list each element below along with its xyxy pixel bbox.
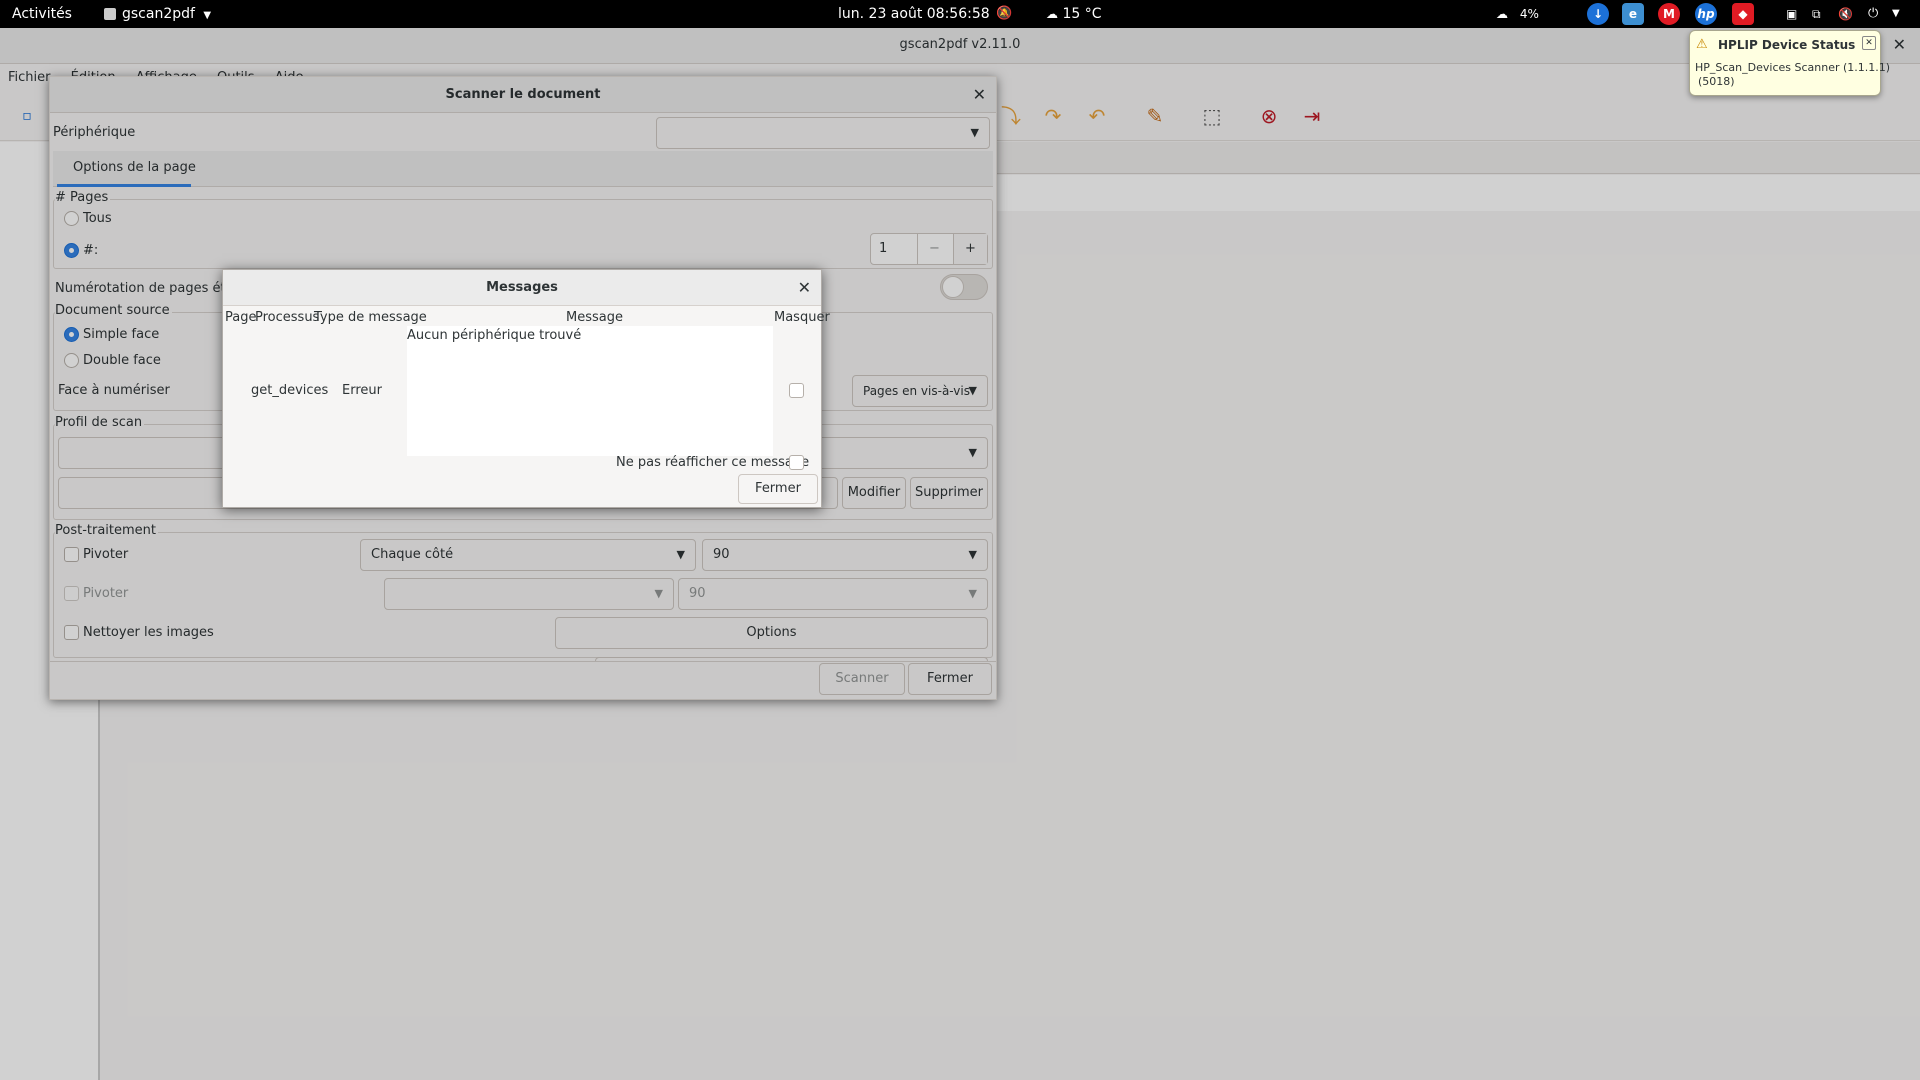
warning-icon: ⚠ xyxy=(1696,37,1708,52)
download-icon[interactable]: ↓ xyxy=(1587,3,1609,25)
column-page[interactable]: Page xyxy=(225,310,256,325)
app-menu-label: gscan2pdf xyxy=(122,6,195,22)
messages-dialog-titlebar: Messages ✕ xyxy=(223,270,821,306)
close-button[interactable]: Fermer xyxy=(738,474,818,504)
row-hide-checkbox[interactable] xyxy=(789,383,804,398)
dont-show-label: Ne pas réafficher ce message xyxy=(616,455,810,470)
clock[interactable]: lun. 23 août 08:56:58 xyxy=(838,0,990,28)
cloud-icon: ☁ xyxy=(1496,7,1508,21)
messages-dialog: Messages ✕ Page Processus Type de messag… xyxy=(222,269,830,508)
message-text-area[interactable]: Aucun périphérique trouvé xyxy=(407,326,773,456)
volume-muted-icon[interactable]: 🔇 xyxy=(1838,0,1853,28)
edge-icon[interactable]: e xyxy=(1622,3,1644,25)
power-icon[interactable]: ⏻ xyxy=(1868,0,1878,28)
notification-body-line1: HP_Scan_Devices Scanner (1.1.1.1) xyxy=(1695,61,1891,74)
notification-title: HPLIP Device Status xyxy=(1718,38,1856,52)
column-process[interactable]: Processus xyxy=(255,310,319,325)
close-icon[interactable]: ✕ xyxy=(1862,36,1876,50)
weather-icon: ☁ xyxy=(1046,7,1058,21)
column-message-type[interactable]: Type de message xyxy=(314,310,427,325)
app-menu[interactable]: gscan2pdf ▼ xyxy=(104,0,211,28)
display-icon[interactable]: ▣ xyxy=(1786,0,1797,28)
notification-body-line2: (5018) xyxy=(1698,75,1735,88)
dont-show-checkbox[interactable] xyxy=(789,455,804,470)
column-hide[interactable]: Masquer xyxy=(774,310,830,325)
cpu-indicator[interactable]: ☁ 4% xyxy=(1496,0,1539,28)
chevron-down-icon: ▼ xyxy=(203,10,212,21)
app-icon xyxy=(104,8,116,20)
cpu-value: 4% xyxy=(1519,7,1539,21)
activities-button[interactable]: Activités xyxy=(12,0,72,28)
weather-indicator[interactable]: ☁ 15 °C xyxy=(1046,0,1102,28)
mail-icon[interactable]: M xyxy=(1658,3,1680,25)
notifications-muted-icon[interactable]: 🔕 xyxy=(996,0,1012,28)
close-icon[interactable]: ✕ xyxy=(798,270,811,306)
hplip-notification[interactable]: ⚠ HPLIP Device Status ✕ HP_Scan_Devices … xyxy=(1689,30,1890,96)
network-icon[interactable]: ⧉ xyxy=(1812,0,1821,28)
row-message[interactable]: Aucun périphérique trouvé xyxy=(407,328,581,343)
chevron-down-icon[interactable]: ▼ xyxy=(1892,0,1900,28)
column-message[interactable]: Message xyxy=(566,310,623,325)
row-process: get_devices xyxy=(251,383,329,398)
table-row[interactable]: get_devices Erreur Aucun périphérique tr… xyxy=(223,326,821,458)
anydesk-icon[interactable]: ◆ xyxy=(1732,3,1754,25)
messages-dialog-title: Messages xyxy=(486,280,558,295)
hp-icon[interactable]: hp xyxy=(1695,3,1717,25)
top-bar: Activités gscan2pdf ▼ lun. 23 août 08:56… xyxy=(0,0,1920,28)
weather-temp: 15 °C xyxy=(1062,6,1102,22)
row-message-type: Erreur xyxy=(342,383,382,398)
